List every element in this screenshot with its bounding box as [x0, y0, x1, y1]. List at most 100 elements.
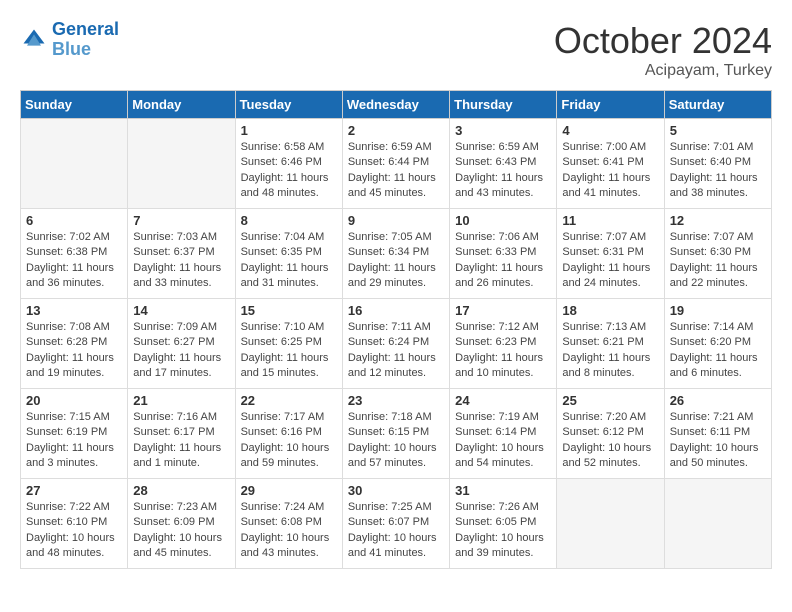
calendar-cell — [557, 479, 664, 569]
calendar-cell: 4 Sunrise: 7:00 AMSunset: 6:41 PMDaylight… — [557, 119, 664, 209]
day-number: 25 — [562, 393, 658, 408]
calendar-week-row: 6Sunrise: 7:02 AMSunset: 6:38 PMDaylight… — [21, 209, 772, 299]
day-info: Sunrise: 7:13 AMSunset: 6:21 PMDaylight:… — [562, 320, 658, 382]
day-number: 31 — [455, 483, 551, 498]
day-number: 24 — [455, 393, 551, 408]
calendar-cell: 20 Sunrise: 7:15 AMSunset: 6:19 PMDayligh… — [21, 389, 128, 479]
calendar-week-row: 27Sunrise: 7:22 AMSunset: 6:10 PMDayligh… — [21, 479, 772, 569]
day-info: Sunrise: 7:08 AMSunset: 6:28 PMDaylight:… — [26, 320, 122, 382]
calendar-cell: 23 Sunrise: 7:18 AMSunset: 6:15 PMDayligh… — [342, 389, 449, 479]
day-info: Sunrise: 7:10 AMSunset: 6:25 PMDaylight:… — [241, 320, 337, 382]
calendar-cell: 18 Sunrise: 7:13 AMSunset: 6:21 PMDayligh… — [557, 299, 664, 389]
day-info: Sunrise: 7:23 AMSunset: 6:09 PMDaylight:… — [133, 500, 229, 562]
day-info: Sunrise: 7:20 AMSunset: 6:12 PMDaylight:… — [562, 410, 658, 472]
day-info: Sunrise: 7:17 AMSunset: 6:16 PMDaylight:… — [241, 410, 337, 472]
calendar-week-row: 20 Sunrise: 7:15 AMSunset: 6:19 PMDayligh… — [21, 389, 772, 479]
calendar-cell: 1Sunrise: 6:58 AMSunset: 6:46 PMDaylight… — [235, 119, 342, 209]
day-number: 26 — [670, 393, 766, 408]
day-number: 23 — [348, 393, 444, 408]
day-info: Sunrise: 7:19 AMSunset: 6:14 PMDaylight:… — [455, 410, 551, 472]
day-number: 18 — [562, 303, 658, 318]
day-info: Sunrise: 7:09 AMSunset: 6:27 PMDaylight:… — [133, 320, 229, 382]
day-info: Sunrise: 7:12 AMSunset: 6:23 PMDaylight:… — [455, 320, 551, 382]
day-info: Sunrise: 6:59 AMSunset: 6:43 PMDaylight:… — [455, 140, 551, 202]
day-number: 20 — [26, 393, 122, 408]
calendar-cell: 6Sunrise: 7:02 AMSunset: 6:38 PMDaylight… — [21, 209, 128, 299]
day-info: Sunrise: 7:18 AMSunset: 6:15 PMDaylight:… — [348, 410, 444, 472]
calendar-cell: 9 Sunrise: 7:05 AMSunset: 6:34 PMDaylight… — [342, 209, 449, 299]
day-number: 13 — [26, 303, 122, 318]
calendar-cell: 3 Sunrise: 6:59 AMSunset: 6:43 PMDaylight… — [450, 119, 557, 209]
calendar-cell — [21, 119, 128, 209]
calendar-cell: 15Sunrise: 7:10 AMSunset: 6:25 PMDayligh… — [235, 299, 342, 389]
day-number: 12 — [670, 213, 766, 228]
day-info: Sunrise: 7:04 AMSunset: 6:35 PMDaylight:… — [241, 230, 337, 292]
weekday-header: Friday — [557, 91, 664, 119]
day-info: Sunrise: 6:58 AMSunset: 6:46 PMDaylight:… — [241, 140, 337, 202]
day-number: 16 — [348, 303, 444, 318]
calendar-cell: 24 Sunrise: 7:19 AMSunset: 6:14 PMDayligh… — [450, 389, 557, 479]
calendar-cell: 7 Sunrise: 7:03 AMSunset: 6:37 PMDaylight… — [128, 209, 235, 299]
weekday-header: Saturday — [664, 91, 771, 119]
day-info: Sunrise: 7:21 AMSunset: 6:11 PMDaylight:… — [670, 410, 766, 472]
day-info: Sunrise: 7:07 AMSunset: 6:31 PMDaylight:… — [562, 230, 658, 292]
day-info: Sunrise: 7:16 AMSunset: 6:17 PMDaylight:… — [133, 410, 229, 472]
calendar-cell: 14 Sunrise: 7:09 AMSunset: 6:27 PMDayligh… — [128, 299, 235, 389]
calendar-cell: 13 Sunrise: 7:08 AMSunset: 6:28 PMDayligh… — [21, 299, 128, 389]
calendar-cell: 12Sunrise: 7:07 AMSunset: 6:30 PMDayligh… — [664, 209, 771, 299]
day-number: 11 — [562, 213, 658, 228]
calendar-table: SundayMondayTuesdayWednesdayThursdayFrid… — [20, 90, 772, 569]
day-number: 30 — [348, 483, 444, 498]
day-info: Sunrise: 7:03 AMSunset: 6:37 PMDaylight:… — [133, 230, 229, 292]
logo-line2: Blue — [52, 40, 119, 60]
calendar-cell: 28 Sunrise: 7:23 AMSunset: 6:09 PMDayligh… — [128, 479, 235, 569]
day-number: 19 — [670, 303, 766, 318]
logo-line1: General — [52, 19, 119, 39]
calendar-cell: 21 Sunrise: 7:16 AMSunset: 6:17 PMDayligh… — [128, 389, 235, 479]
day-number: 10 — [455, 213, 551, 228]
day-info: Sunrise: 7:24 AMSunset: 6:08 PMDaylight:… — [241, 500, 337, 562]
weekday-header: Monday — [128, 91, 235, 119]
month-title: October 2024 — [554, 20, 772, 62]
calendar-cell: 22 Sunrise: 7:17 AMSunset: 6:16 PMDayligh… — [235, 389, 342, 479]
day-number: 7 — [133, 213, 229, 228]
day-number: 8 — [241, 213, 337, 228]
day-number: 4 — [562, 123, 658, 138]
day-number: 28 — [133, 483, 229, 498]
logo: General Blue — [20, 20, 119, 60]
page-header: General Blue October 2024 Acipayam, Turk… — [20, 20, 772, 80]
calendar-cell: 25 Sunrise: 7:20 AMSunset: 6:12 PMDayligh… — [557, 389, 664, 479]
calendar-cell: 10 Sunrise: 7:06 AMSunset: 6:33 PMDayligh… — [450, 209, 557, 299]
calendar-cell: 11 Sunrise: 7:07 AMSunset: 6:31 PMDayligh… — [557, 209, 664, 299]
calendar-cell: 17Sunrise: 7:12 AMSunset: 6:23 PMDayligh… — [450, 299, 557, 389]
weekday-header-row: SundayMondayTuesdayWednesdayThursdayFrid… — [21, 91, 772, 119]
day-number: 22 — [241, 393, 337, 408]
day-number: 29 — [241, 483, 337, 498]
day-number: 21 — [133, 393, 229, 408]
calendar-cell — [128, 119, 235, 209]
logo-text: General Blue — [52, 20, 119, 60]
title-block: October 2024 Acipayam, Turkey — [554, 20, 772, 80]
logo-icon — [20, 26, 48, 54]
weekday-header: Thursday — [450, 91, 557, 119]
day-number: 3 — [455, 123, 551, 138]
day-info: Sunrise: 7:14 AMSunset: 6:20 PMDaylight:… — [670, 320, 766, 382]
day-number: 9 — [348, 213, 444, 228]
day-number: 14 — [133, 303, 229, 318]
weekday-header: Tuesday — [235, 91, 342, 119]
calendar-cell: 8 Sunrise: 7:04 AMSunset: 6:35 PMDaylight… — [235, 209, 342, 299]
day-info: Sunrise: 7:05 AMSunset: 6:34 PMDaylight:… — [348, 230, 444, 292]
day-info: Sunrise: 7:26 AMSunset: 6:05 PMDaylight:… — [455, 500, 551, 562]
day-info: Sunrise: 7:06 AMSunset: 6:33 PMDaylight:… — [455, 230, 551, 292]
day-info: Sunrise: 7:00 AMSunset: 6:41 PMDaylight:… — [562, 140, 658, 202]
calendar-cell: 16 Sunrise: 7:11 AMSunset: 6:24 PMDayligh… — [342, 299, 449, 389]
calendar-cell: 29 Sunrise: 7:24 AMSunset: 6:08 PMDayligh… — [235, 479, 342, 569]
day-info: Sunrise: 7:25 AMSunset: 6:07 PMDaylight:… — [348, 500, 444, 562]
day-info: Sunrise: 6:59 AMSunset: 6:44 PMDaylight:… — [348, 140, 444, 202]
calendar-cell: 26 Sunrise: 7:21 AMSunset: 6:11 PMDayligh… — [664, 389, 771, 479]
day-info: Sunrise: 7:22 AMSunset: 6:10 PMDaylight:… — [26, 500, 122, 562]
day-info: Sunrise: 7:15 AMSunset: 6:19 PMDaylight:… — [26, 410, 122, 472]
day-info: Sunrise: 7:11 AMSunset: 6:24 PMDaylight:… — [348, 320, 444, 382]
calendar-week-row: 1Sunrise: 6:58 AMSunset: 6:46 PMDaylight… — [21, 119, 772, 209]
day-number: 2 — [348, 123, 444, 138]
